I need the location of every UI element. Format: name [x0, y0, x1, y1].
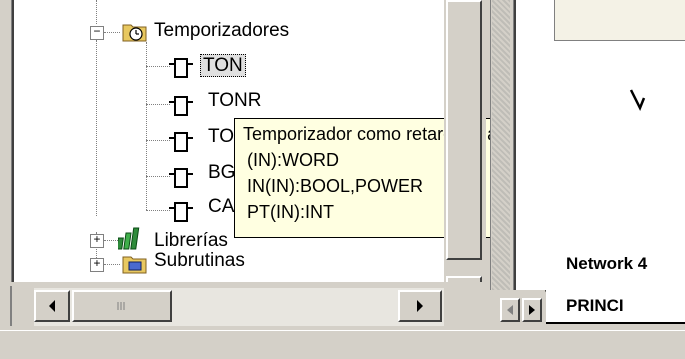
tree-item-ton[interactable]: TON: [200, 54, 246, 77]
timer-block-icon: [169, 58, 193, 78]
tab-scroll-right-button[interactable]: [522, 298, 542, 322]
program-editor[interactable]: [514, 0, 685, 290]
tree-line: [146, 140, 170, 141]
tab-principal[interactable]: PRINCI: [546, 290, 685, 324]
tree-item-label: TON: [200, 54, 246, 77]
tree-line: [146, 210, 170, 211]
frame-divider: [10, 286, 12, 326]
triangle-left-icon: [49, 300, 55, 312]
subroutines-icon: [122, 254, 148, 274]
tree-folder-libraries[interactable]: Librerías: [154, 230, 228, 252]
splitter-hatch: [492, 0, 510, 290]
tree-line: [146, 42, 147, 210]
network-label: Network 4: [566, 254, 648, 273]
timer-folder-icon: [122, 20, 148, 42]
triangle-right-icon: [529, 305, 535, 315]
tree-line: [96, 0, 97, 24]
tab-scroll-left-button[interactable]: [500, 298, 520, 322]
tree-line: [104, 264, 120, 265]
tree-line: [146, 104, 170, 105]
cursor-mark: [628, 88, 648, 121]
window-edge: [0, 0, 12, 290]
timer-block-icon: [169, 96, 193, 116]
expand-toggle[interactable]: +: [90, 258, 104, 272]
network-comment-box[interactable]: [554, 0, 685, 41]
tree-folder-timers[interactable]: Temporizadores: [154, 20, 289, 42]
tree-line: [146, 176, 170, 177]
tree-item-tonr[interactable]: TONR: [208, 90, 261, 112]
libraries-icon: [116, 226, 144, 250]
horizontal-scroll-thumb[interactable]: [72, 290, 172, 322]
tree-line: [96, 40, 97, 216]
tree-line: [146, 66, 170, 67]
tree-line: [104, 32, 120, 33]
timer-block-icon: [169, 202, 193, 222]
vertical-scroll-thumb[interactable]: [446, 0, 482, 260]
tree-folder-subroutines[interactable]: Subrutinas: [154, 250, 245, 272]
scroll-left-button[interactable]: [34, 290, 70, 322]
triangle-left-icon: [507, 305, 513, 315]
grip-icon: [117, 302, 125, 310]
scroll-right-button[interactable]: [398, 290, 442, 322]
timer-block-icon: [169, 168, 193, 188]
collapse-toggle[interactable]: −: [90, 26, 104, 40]
triangle-right-icon: [417, 300, 423, 312]
status-bar: [0, 330, 685, 359]
expand-toggle[interactable]: +: [90, 234, 104, 248]
timer-block-icon: [169, 132, 193, 152]
